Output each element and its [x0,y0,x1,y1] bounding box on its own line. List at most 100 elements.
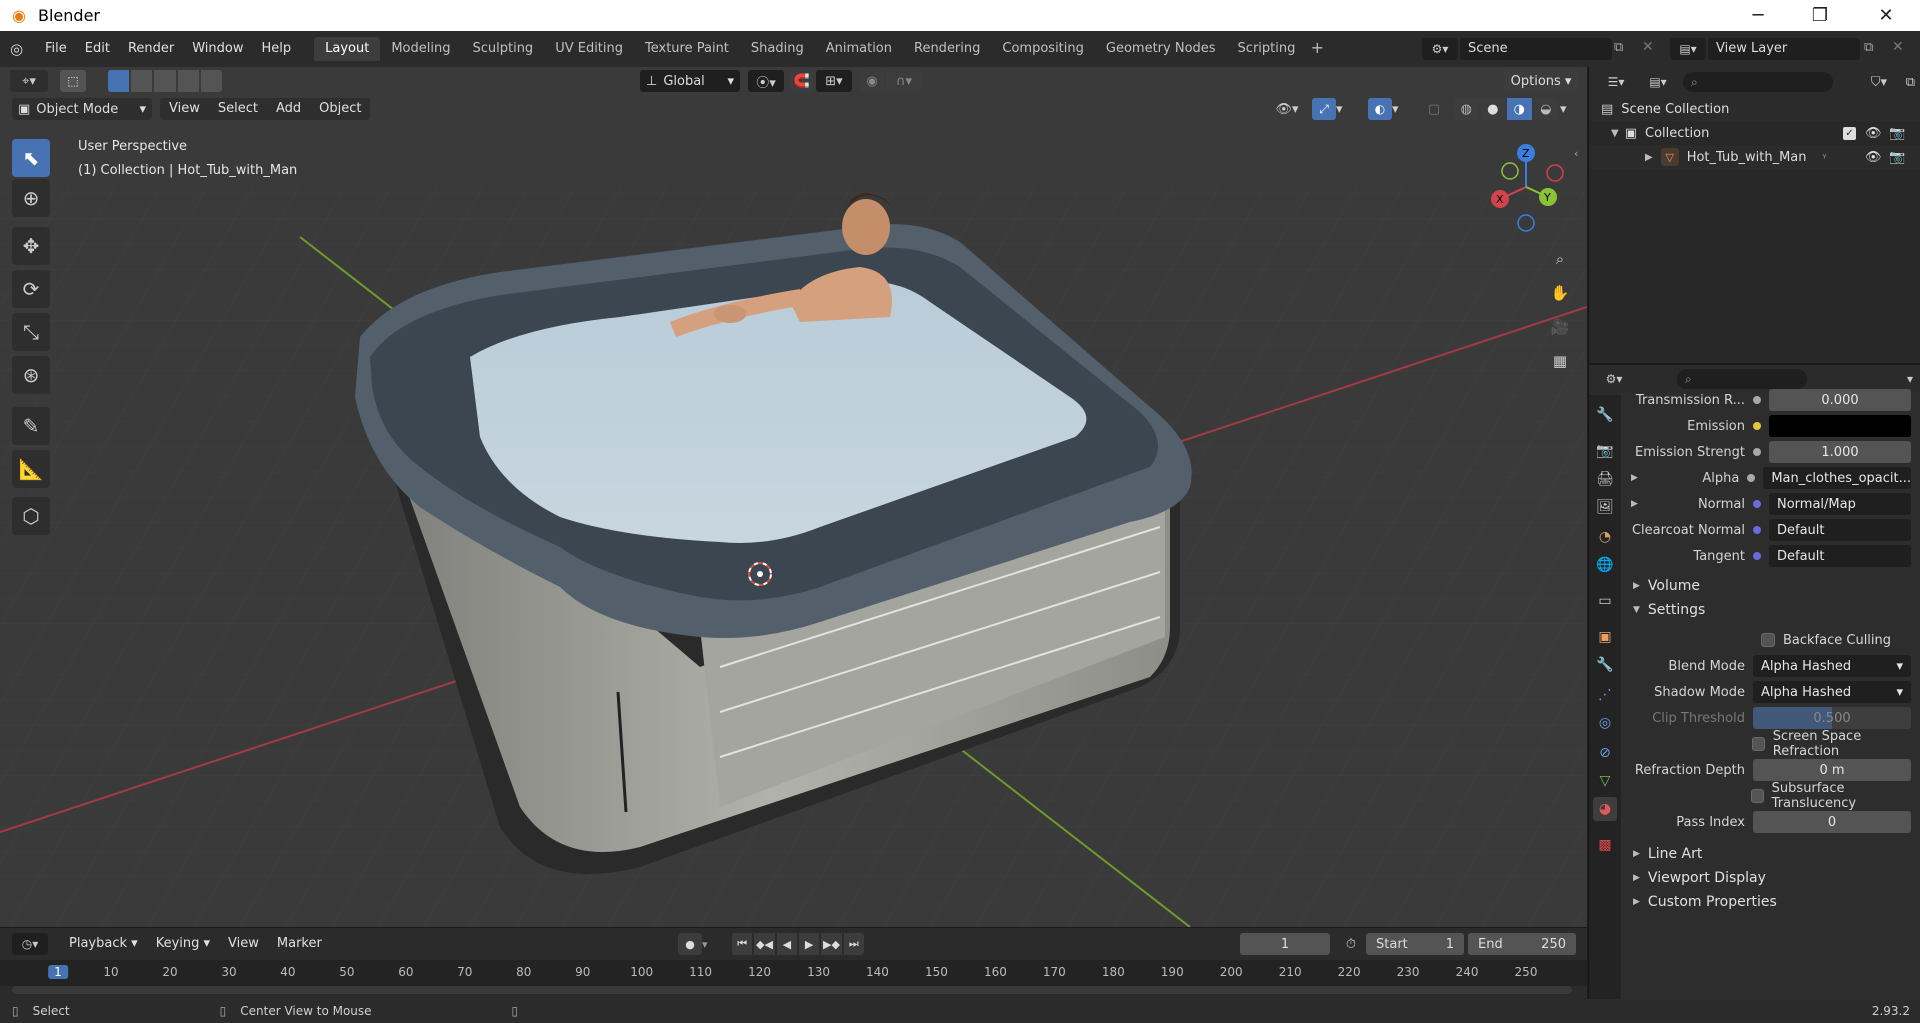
visibility-icon[interactable]: 👁▾ [1268,98,1306,120]
new-collection-icon[interactable]: ⧉ [1906,75,1915,90]
camera-icon[interactable]: 📷 [1889,150,1905,165]
solid-shading-icon[interactable]: ● [1480,98,1505,120]
pivot-point-icon[interactable]: ⦿▾ [748,70,784,92]
3d-viewport[interactable]: ⌖▾ ⬚ ⊥ Global ▾ ⦿▾ 🧲 ⊞▾ ◉ ∩▾ Options ▾ ▣ Obj… [0,67,1587,927]
menu-window[interactable]: Window [183,37,252,61]
tangent-field[interactable]: Default [1769,545,1911,567]
display-mode-icon[interactable]: ▤▾ [1641,71,1675,93]
properties-search-input[interactable]: ⌕ [1677,369,1807,389]
menu-edit[interactable]: Edit [76,37,119,61]
select-tool-icon[interactable]: ⬚ [60,70,86,92]
tab-scripting[interactable]: Scripting [1227,37,1307,61]
snap-target-icon[interactable]: ⊞▾ [816,70,852,92]
copy-scene-icon[interactable]: ⧉ [1614,40,1623,55]
tab-geometry-nodes[interactable]: Geometry Nodes [1095,37,1227,61]
ortho-toggle-icon[interactable]: ▦ [1546,347,1574,375]
menu-file[interactable]: File [36,37,76,61]
menu-marker[interactable]: Marker [268,933,331,955]
jump-start-icon[interactable]: ⏮ [732,933,753,955]
screen-space-refraction-checkbox[interactable] [1751,737,1765,751]
xray-toggle-icon[interactable]: ▢ [1424,98,1444,120]
orientation-dropdown[interactable]: ⊥ Global ▾ [640,70,740,92]
record-icon[interactable]: ● [678,933,702,955]
end-frame-field[interactable]: End 250 [1468,933,1576,955]
gizmo-y-label[interactable]: Y [1543,191,1551,204]
collection-tab-icon[interactable]: ▭ [1593,589,1617,613]
select-subtract-icon[interactable] [154,70,176,92]
menu-help[interactable]: Help [253,37,301,61]
select-new-icon[interactable] [108,70,130,92]
pass-index-field[interactable]: 0 [1753,811,1911,833]
menu-render[interactable]: Render [119,37,183,61]
delete-view-layer-icon[interactable]: ✕ [1892,39,1904,55]
eye-icon[interactable]: 👁 [1865,126,1882,141]
material-tab-icon[interactable]: ◕ [1593,797,1617,821]
close-button[interactable]: ✕ [1858,0,1914,31]
subsurface-translucency-checkbox[interactable] [1750,789,1764,803]
scene-browse-icon[interactable]: ⚙▾ [1422,38,1458,60]
outliner-editor-icon[interactable]: ☰▾ [1599,71,1633,93]
editor-type-icon[interactable]: ⌖▾ [10,70,48,92]
filter-icon[interactable]: ⛉▾ [1871,75,1887,90]
select-box-tool[interactable]: ⬉ [12,139,50,177]
settings-panel-header[interactable]: ▼ Settings [1621,597,1920,623]
blend-mode-dropdown[interactable]: Alpha Hashed ▾ [1753,655,1911,677]
maximize-button[interactable]: ❐ [1792,0,1848,31]
view-layer-field[interactable]: View Layer [1708,38,1860,60]
render-tab-icon[interactable]: 📷 [1593,439,1617,463]
sidebar-toggle-icon[interactable]: ‹ [1574,147,1578,160]
chevron-down-icon[interactable]: ▾ [1336,98,1352,120]
particles-tab-icon[interactable]: ⋰ [1593,683,1617,707]
gizmo-toggle-icon[interactable]: ⤢ [1312,98,1336,120]
menu-select[interactable]: Select [209,98,267,120]
world-tab-icon[interactable]: 🌐 [1593,553,1617,577]
tab-rendering[interactable]: Rendering [903,37,991,61]
screen-space-refraction-row[interactable]: Screen Space Refraction [1621,729,1920,759]
clip-threshold-slider[interactable]: 0.500 [1753,707,1911,729]
outliner-object[interactable]: ▶ ▽ Hot_Tub_with_Man ᵞ 👁 📷 [1589,145,1920,169]
frame-ruler[interactable]: 1 10 20 30 40 50 60 70 80 90 100 110 120 130 140 150 160… [0,960,1587,986]
chevron-down-icon[interactable]: ▾ [702,933,722,955]
backface-culling-checkbox[interactable] [1761,633,1775,647]
stopwatch-icon[interactable]: ⏱ [1340,933,1362,955]
gizmo-x-label[interactable]: X [1496,193,1504,206]
alpha-link-field[interactable]: Man_clothes_opacit... [1763,467,1911,489]
expand-icon[interactable]: ▶ [1631,499,1638,509]
viewport-display-panel-header[interactable]: ▶ Viewport Display [1621,865,1920,891]
exclude-checkbox[interactable]: ✓ [1843,126,1856,140]
clearcoat-normal-field[interactable]: Default [1769,519,1911,541]
tab-layout[interactable]: Layout [314,37,381,61]
tab-uv-editing[interactable]: UV Editing [544,37,634,61]
volume-panel-header[interactable]: ▶ Volume [1621,573,1920,599]
expand-icon[interactable]: ▶ [1631,473,1638,483]
scale-tool[interactable]: ⤡ [12,313,50,351]
chevron-down-icon[interactable]: ▾ [1560,98,1576,120]
output-tab-icon[interactable]: 🖨 [1593,467,1617,491]
scene-name-field[interactable]: Scene [1460,38,1612,60]
subsurface-translucency-row[interactable]: Subsurface Translucency [1621,781,1920,811]
menu-keying[interactable]: Keying ▾ [147,933,219,955]
tool-tab-icon[interactable]: 🔧 [1593,403,1617,427]
transmission-roughness-field[interactable]: 0.000 [1769,389,1911,411]
add-workspace-icon[interactable]: + [1306,38,1328,60]
mode-dropdown[interactable]: ▣ Object Mode ▾ [12,98,152,120]
select-invert-icon[interactable] [177,70,199,92]
options-button[interactable]: Options ▾ [1504,70,1578,92]
start-frame-field[interactable]: Start 1 [1366,933,1464,955]
tab-modeling[interactable]: Modeling [380,37,461,61]
data-tab-icon[interactable]: ▽ [1593,769,1617,793]
object-tab-icon[interactable]: ▣ [1593,625,1617,649]
proportional-falloff-icon[interactable]: ∩▾ [886,70,922,92]
add-cube-tool[interactable]: ⬡ [12,497,50,535]
navigation-gizmo[interactable]: Z X Y [1480,137,1570,237]
chevron-down-icon[interactable]: ▾ [1392,98,1408,120]
wireframe-shading-icon[interactable]: ◍ [1454,98,1479,120]
menu-timeline-view[interactable]: View [219,933,268,955]
view-layer-tab-icon[interactable]: 🖼 [1593,495,1617,519]
material-preview-icon[interactable]: ◑ [1507,98,1532,120]
menu-playback[interactable]: Playback ▾ [60,933,147,955]
tab-animation[interactable]: Animation [815,37,903,61]
camera-view-icon[interactable]: 🎥 [1546,313,1574,341]
emission-color-swatch[interactable] [1769,415,1911,437]
proportional-edit-icon[interactable]: ◉ [860,70,884,92]
